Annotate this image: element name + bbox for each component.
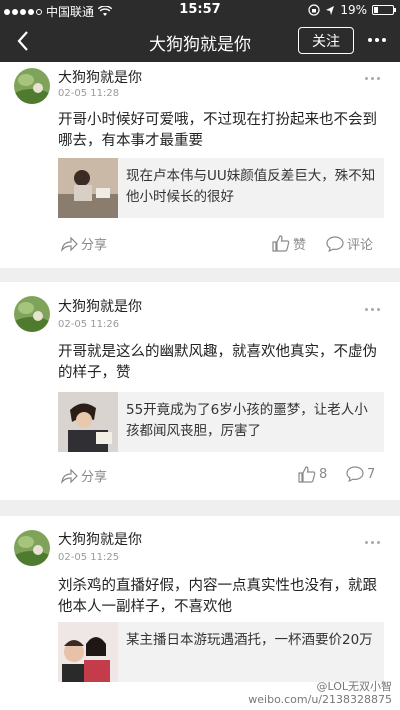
post-author[interactable]: 大狗狗就是你	[58, 67, 142, 87]
avatar[interactable]	[14, 530, 50, 566]
post-author[interactable]: 大狗狗就是你	[58, 529, 142, 549]
comment-button[interactable]: 评论	[326, 234, 373, 253]
more-options-icon[interactable]	[368, 38, 386, 42]
like-count: 8	[319, 467, 328, 482]
status-bar: 中国联通 15:57 19%	[0, 0, 400, 20]
post-actions: 分享 赞 评论	[0, 234, 400, 256]
like-label: 赞	[293, 238, 307, 253]
comment-icon	[346, 466, 364, 482]
comment-icon	[326, 235, 344, 252]
avatar[interactable]	[14, 296, 50, 332]
post-more-icon[interactable]	[365, 77, 380, 80]
post-card: 大狗狗就是你 02-05 11:28 开哥小时候好可爱哦，不过现在打扮起来也不会…	[0, 62, 400, 268]
comment-button[interactable]: 7	[346, 466, 375, 482]
share-icon	[61, 236, 78, 252]
post-text: 刘杀鸡的直播好假，内容一点真实性也没有，就跟他本人一副样子，不喜欢他	[58, 578, 377, 615]
watermark-url: weibo.com/u/2138328875	[248, 693, 392, 706]
quote-thumbnail	[58, 392, 118, 452]
comment-label: 评论	[347, 238, 374, 253]
weibo-watermark: @LOL无双小智 weibo.com/u/2138328875	[248, 680, 392, 706]
quote-thumbnail	[58, 622, 118, 682]
share-icon	[61, 468, 78, 484]
share-button[interactable]: 分享	[60, 234, 107, 253]
quoted-article[interactable]: 55开竟成为了6岁小孩的噩梦，让老人小孩都闻风丧胆，厉害了	[58, 392, 384, 452]
like-button[interactable]: 赞	[272, 234, 306, 253]
avatar[interactable]	[14, 68, 50, 104]
share-button[interactable]: 分享	[60, 466, 107, 485]
post-time: 02-05 11:26	[58, 319, 120, 330]
post-text: 开哥就是这么的幽默风趣，就喜欢他真实，不虚伪的样子，赞	[58, 344, 377, 381]
comment-count: 7	[367, 466, 376, 482]
follow-button[interactable]: 关注	[298, 27, 354, 54]
post-author[interactable]: 大狗狗就是你	[58, 296, 142, 316]
post-time: 02-05 11:28	[58, 88, 120, 99]
watermark-handle: @LOL无双小智	[316, 680, 392, 693]
quote-text: 55开竟成为了6岁小孩的噩梦，让老人小孩都闻风丧胆，厉害了	[126, 402, 368, 439]
post-card: 大狗狗就是你 02-05 11:26 开哥就是这么的幽默风趣，就喜欢他真实，不虚…	[0, 282, 400, 500]
post-time: 02-05 11:25	[58, 552, 120, 563]
nav-bar: 大狗狗就是你 关注	[0, 20, 400, 62]
share-label: 分享	[81, 238, 108, 253]
post-more-icon[interactable]	[365, 308, 380, 311]
thumbs-up-icon	[298, 466, 316, 483]
quote-text: 现在卢本伟与UU妹颜值反差巨大，殊不知他小时候长的很好	[126, 168, 376, 205]
share-label: 分享	[81, 470, 108, 485]
orientation-lock-icon	[308, 4, 320, 16]
quoted-article[interactable]: 现在卢本伟与UU妹颜值反差巨大，殊不知他小时候长的很好	[58, 158, 384, 218]
post-text: 开哥小时候好可爱哦，不过现在打扮起来也不会到哪去，有本事才最重要	[58, 112, 377, 149]
status-right: 19%	[308, 3, 396, 17]
battery-percent: 19%	[340, 3, 367, 17]
quote-text: 某主播日本游玩遇酒托，一杯酒要价20万	[126, 632, 373, 648]
quoted-article[interactable]: 某主播日本游玩遇酒托，一杯酒要价20万	[58, 622, 384, 682]
location-icon	[326, 5, 335, 15]
post-actions: 分享 8 7	[0, 466, 400, 488]
battery-icon	[372, 5, 396, 15]
like-button[interactable]: 8	[298, 466, 327, 483]
quote-thumbnail	[58, 158, 118, 218]
thumbs-up-icon	[272, 235, 290, 252]
post-more-icon[interactable]	[365, 541, 380, 544]
